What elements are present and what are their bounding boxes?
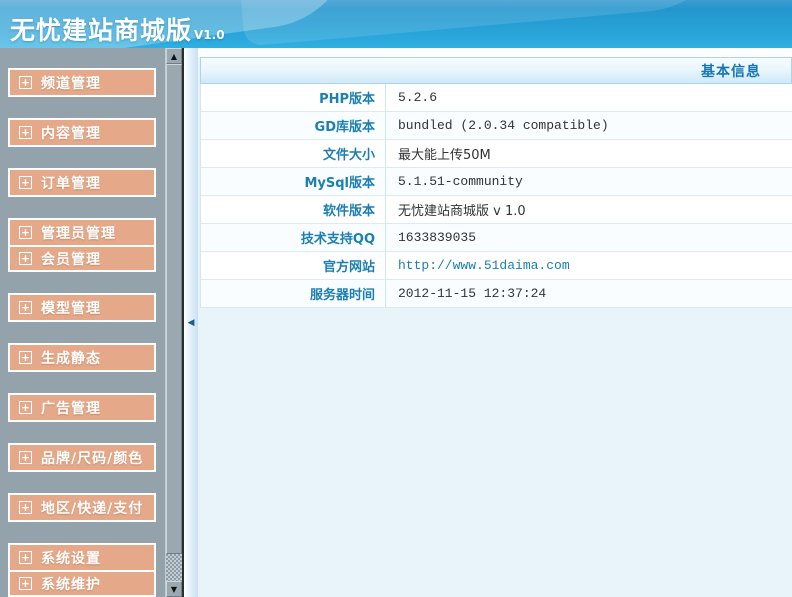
sidebar-nav: + 频道管理 + 内容管理 + 订单管理 + 管理员管理 + 会员管理 + 模型… <box>0 48 165 597</box>
nav-group-admins-members: + 管理员管理 + 会员管理 <box>8 218 156 272</box>
nav-group-channel: + 频道管理 <box>8 68 156 97</box>
expand-icon: + <box>19 301 32 314</box>
expand-icon: + <box>19 76 32 89</box>
row-label: 软件版本 <box>201 196 386 223</box>
row-label: GD库版本 <box>201 112 386 139</box>
sidebar-item-ad-management[interactable]: + 广告管理 <box>10 395 154 420</box>
expand-icon: + <box>19 176 32 189</box>
app-title: 无忧建站商城版 <box>10 16 193 45</box>
sidebar-item-label: 频道管理 <box>41 75 101 92</box>
row-value: 5.2.6 <box>398 90 438 105</box>
expand-icon: + <box>19 401 32 414</box>
sidebar-scrollbar[interactable]: ▲ ▼ <box>165 48 182 597</box>
row-label: 服务器时间 <box>201 280 386 307</box>
header-swoosh-decoration <box>236 0 744 47</box>
row-label: 文件大小 <box>201 140 386 167</box>
row-label: MySql版本 <box>201 168 386 195</box>
app-version: V1.0 <box>194 28 225 42</box>
row-value: bundled (2.0.34 compatible) <box>398 118 609 133</box>
table-row-official-website: 官方网站 http://www.51daima.com <box>201 252 792 280</box>
basic-info-panel: 基本信息 PHP版本 5.2.6 GD库版本 bundled (2.0.34 c… <box>200 57 792 308</box>
row-label: 官方网站 <box>201 252 386 279</box>
sidebar-item-region-express-payment[interactable]: + 地区/快递/支付 <box>10 495 154 520</box>
scrollbar-track[interactable] <box>166 554 182 581</box>
row-value: 最大能上传50M <box>398 148 491 163</box>
content-top-strip <box>198 48 792 57</box>
table-row-support-qq: 技术支持QQ 1633839035 <box>201 224 792 252</box>
sidebar-collapse-handle[interactable]: ◀ <box>184 48 198 597</box>
row-label: PHP版本 <box>201 84 386 111</box>
expand-icon: + <box>19 501 32 514</box>
table-row-server-time: 服务器时间 2012-11-15 12:37:24 <box>201 280 792 308</box>
info-table: PHP版本 5.2.6 GD库版本 bundled (2.0.34 compat… <box>200 84 792 308</box>
expand-icon: + <box>19 551 32 564</box>
app-header: 无忧建站商城版 V1.0 <box>0 0 792 48</box>
nav-group-orders: + 订单管理 <box>8 168 156 197</box>
sidebar-item-label: 订单管理 <box>41 175 101 192</box>
sidebar-item-label: 内容管理 <box>41 125 101 142</box>
sidebar-item-system-maintenance[interactable]: + 系统维护 <box>10 570 154 595</box>
table-row-gd-version: GD库版本 bundled (2.0.34 compatible) <box>201 112 792 140</box>
scroll-down-button[interactable]: ▼ <box>166 581 182 597</box>
sidebar-item-label: 地区/快递/支付 <box>41 500 144 517</box>
sidebar-item-channel-management[interactable]: + 频道管理 <box>10 70 154 95</box>
expand-icon: + <box>19 451 32 464</box>
sidebar-item-order-management[interactable]: + 订单管理 <box>10 170 154 195</box>
row-value: 无忧建站商城版 v 1.0 <box>398 204 526 219</box>
sidebar-item-system-settings[interactable]: + 系统设置 <box>10 545 154 570</box>
row-value: 5.1.51-community <box>398 174 523 189</box>
table-row-php-version: PHP版本 5.2.6 <box>201 84 792 112</box>
sidebar-item-label: 品牌/尺码/颜色 <box>41 450 144 467</box>
sidebar-item-label: 模型管理 <box>41 300 101 317</box>
expand-icon: + <box>19 226 32 239</box>
sidebar-item-label: 广告管理 <box>41 400 101 417</box>
sidebar-item-label: 生成静态 <box>41 350 101 367</box>
nav-group-models: + 模型管理 <box>8 293 156 322</box>
sidebar-item-label: 系统维护 <box>41 576 101 593</box>
sidebar-item-brand-size-color[interactable]: + 品牌/尺码/颜色 <box>10 445 154 470</box>
sidebar-item-member-management[interactable]: + 会员管理 <box>10 245 154 270</box>
official-website-link[interactable]: http://www.51daima.com <box>386 258 570 273</box>
expand-icon: + <box>19 126 32 139</box>
sidebar-item-label: 管理员管理 <box>41 225 116 242</box>
collapse-left-icon: ◀ <box>187 317 195 328</box>
app-window: 无忧建站商城版 V1.0 + 频道管理 + 内容管理 + 订单管理 + 管理员管… <box>0 0 792 597</box>
table-row-mysql-version: MySql版本 5.1.51-community <box>201 168 792 196</box>
nav-group-static: + 生成静态 <box>8 343 156 372</box>
row-label: 技术支持QQ <box>201 224 386 251</box>
scroll-up-button[interactable]: ▲ <box>166 48 182 64</box>
scrollbar-thumb[interactable] <box>166 64 182 554</box>
sidebar-item-generate-static[interactable]: + 生成静态 <box>10 345 154 370</box>
nav-group-brand-size-color: + 品牌/尺码/颜色 <box>8 443 156 472</box>
row-value: 2012-11-15 12:37:24 <box>398 286 547 301</box>
sidebar-item-label: 会员管理 <box>41 251 101 268</box>
expand-icon: + <box>19 351 32 364</box>
nav-group-system: + 系统设置 + 系统维护 <box>8 543 156 597</box>
expand-icon: + <box>19 252 32 265</box>
sidebar-item-label: 系统设置 <box>41 550 101 567</box>
sidebar-item-admin-management[interactable]: + 管理员管理 <box>10 220 154 245</box>
table-row-software-version: 软件版本 无忧建站商城版 v 1.0 <box>201 196 792 224</box>
scroll-down-icon: ▼ <box>170 585 178 594</box>
nav-group-region-express-pay: + 地区/快递/支付 <box>8 493 156 522</box>
table-row-file-size: 文件大小 最大能上传50M <box>201 140 792 168</box>
nav-group-ads: + 广告管理 <box>8 393 156 422</box>
row-value: 1633839035 <box>398 230 477 245</box>
main-area: + 频道管理 + 内容管理 + 订单管理 + 管理员管理 + 会员管理 + 模型… <box>0 48 792 597</box>
panel-titlebar: 基本信息 <box>200 57 792 84</box>
expand-icon: + <box>19 577 32 590</box>
sidebar-item-model-management[interactable]: + 模型管理 <box>10 295 154 320</box>
content-area: 基本信息 PHP版本 5.2.6 GD库版本 bundled (2.0.34 c… <box>198 48 792 597</box>
sidebar-item-content-management[interactable]: + 内容管理 <box>10 120 154 145</box>
nav-group-content: + 内容管理 <box>8 118 156 147</box>
app-title-group: 无忧建站商城版 V1.0 <box>10 16 225 46</box>
panel-title: 基本信息 <box>701 63 761 80</box>
scroll-up-icon: ▲ <box>170 52 178 61</box>
